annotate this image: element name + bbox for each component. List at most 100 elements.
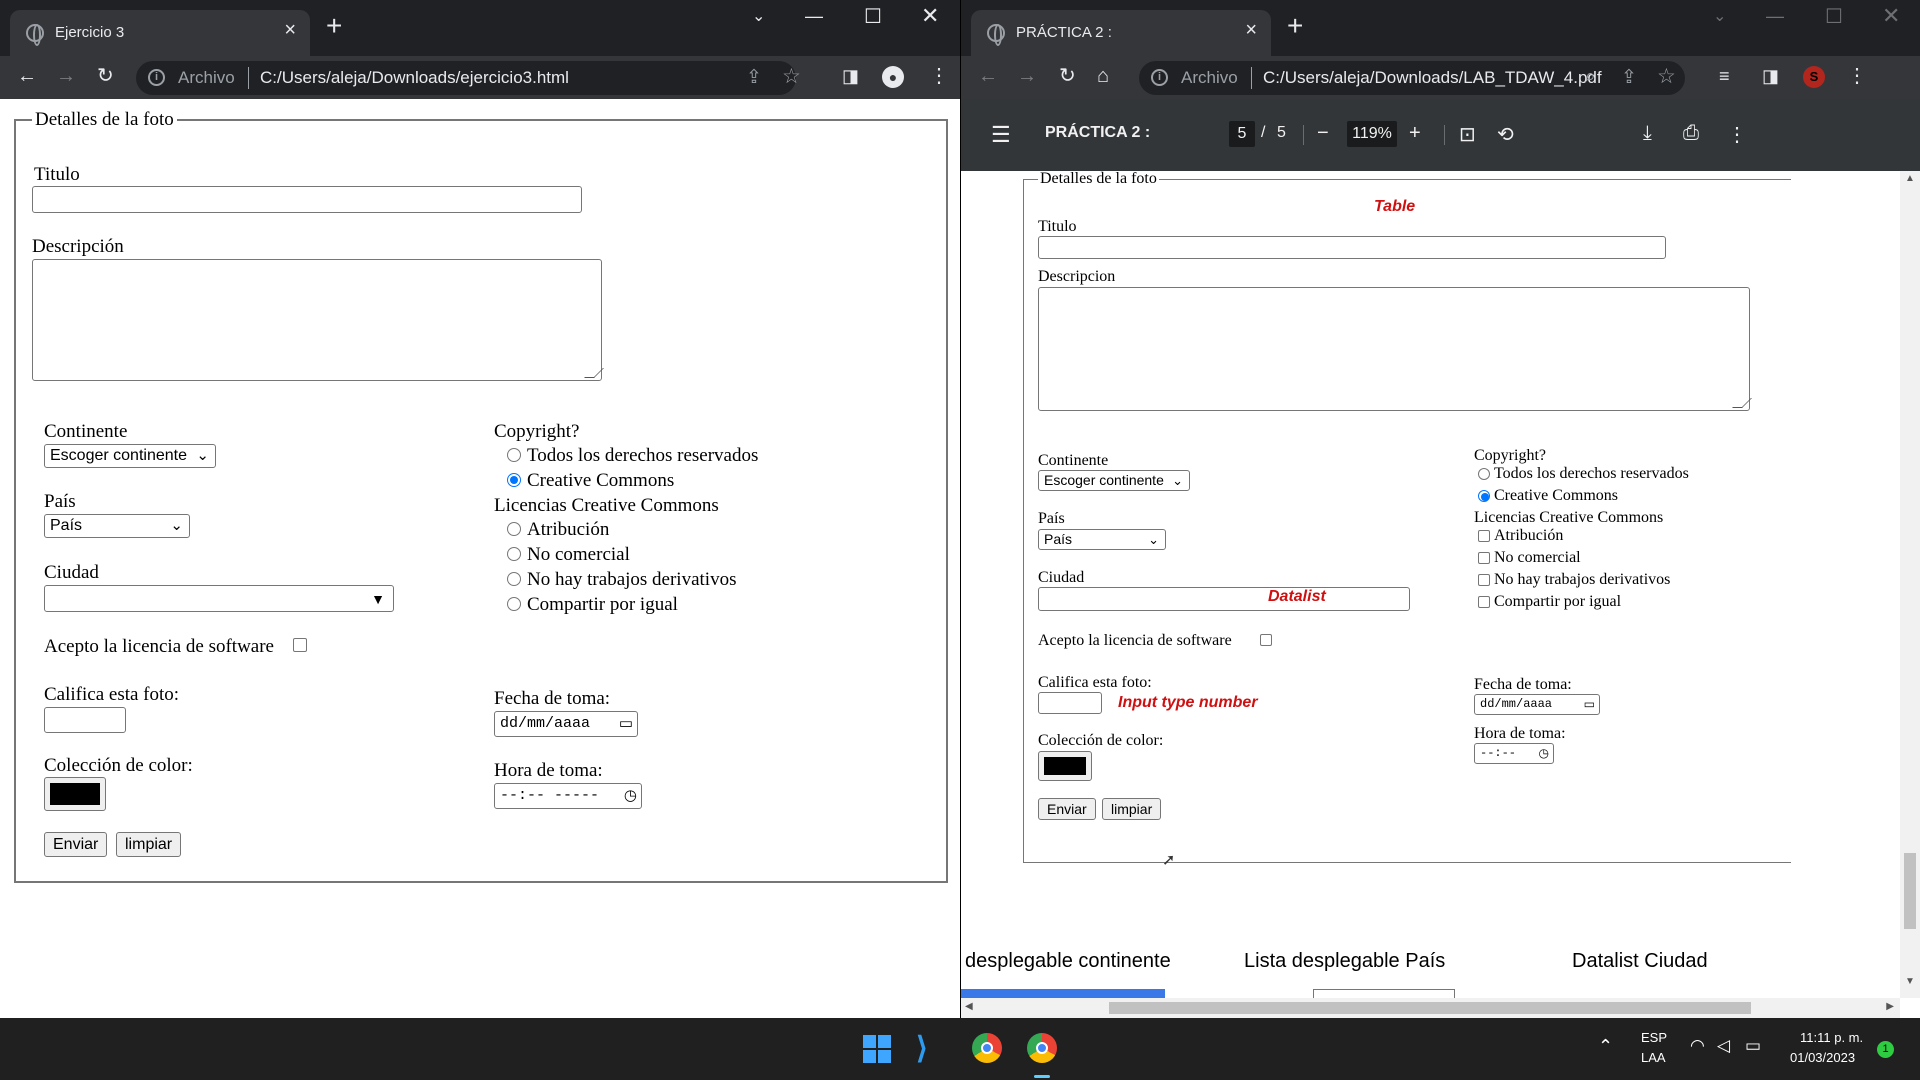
new-tab-button[interactable]: + <box>1287 12 1303 40</box>
more-actions-icon[interactable]: ⋮ <box>1727 122 1747 147</box>
profile-avatar-icon[interactable]: ● <box>882 66 904 88</box>
info-icon[interactable]: i <box>148 69 165 86</box>
tab-practica2[interactable]: PRÁCTICA 2 : × <box>971 10 1271 56</box>
scroll-up-icon[interactable]: ▲ <box>1905 173 1915 184</box>
browser-window-left: Ejercicio 3 × + ⌄ — ☐ ✕ ← → ↻ i Archivo … <box>0 0 960 1018</box>
color-picker <box>1038 751 1092 781</box>
zoom-out-icon[interactable]: − <box>1317 122 1329 145</box>
more-menu-icon[interactable]: ⋮ <box>929 64 949 88</box>
radio-atribucion[interactable] <box>507 522 521 536</box>
bookmark-star-icon[interactable]: ☆ <box>1657 64 1676 89</box>
print-icon[interactable]: ⎙ <box>1683 122 1699 145</box>
vertical-scrollbar[interactable]: ▲ ▼ <box>1900 171 1920 998</box>
radio-noderivados[interactable] <box>507 572 521 586</box>
chrome-icon-active[interactable] <box>1027 1033 1057 1063</box>
scroll-down-icon[interactable]: ▼ <box>1905 976 1915 987</box>
battery-icon[interactable]: ▭ <box>1745 1036 1761 1056</box>
windows-start-icon[interactable] <box>863 1035 891 1063</box>
side-panel-icon[interactable]: ◨ <box>842 64 859 88</box>
fecha-date-input[interactable]: dd/mm/aaaa ▭ <box>494 711 638 737</box>
lang-top[interactable]: ESP <box>1641 1030 1667 1045</box>
zoom-input[interactable]: 119% <box>1347 121 1397 147</box>
home-icon[interactable]: ⌂ <box>1097 64 1109 88</box>
back-arrow-icon[interactable]: ← <box>978 64 998 88</box>
licencias-label: Licencias Creative Commons <box>1474 509 1664 526</box>
titulo-input[interactable] <box>32 186 582 213</box>
address-url[interactable]: C:/Users/aleja/Downloads/ejercicio3.html <box>260 68 569 88</box>
forward-arrow-icon[interactable]: → <box>56 64 76 88</box>
new-tab-button[interactable]: + <box>326 12 342 40</box>
tab-search-icon[interactable]: ⌄ <box>1713 6 1726 26</box>
chrome-icon[interactable] <box>972 1033 1002 1063</box>
continente-label: Continente <box>1038 452 1109 469</box>
more-menu-icon[interactable]: ⋮ <box>1847 64 1867 88</box>
scroll-right-icon[interactable]: ▶ <box>1886 1001 1894 1012</box>
bookmark-star-icon[interactable]: ☆ <box>782 64 801 89</box>
clock-date[interactable]: 01/03/2023 <box>1790 1050 1855 1065</box>
radio-compartir-label: Compartir por igual <box>527 594 678 615</box>
clock-time[interactable]: 11:11 p. m. <box>1800 1030 1863 1045</box>
tab-ejercicio3[interactable]: Ejercicio 3 × <box>10 10 310 56</box>
minimize-button[interactable]: — <box>805 6 823 27</box>
color-swatch <box>50 783 100 805</box>
forward-arrow-icon[interactable]: → <box>1017 64 1037 88</box>
minimize-button[interactable]: — <box>1766 6 1784 27</box>
horizontal-scrollbar[interactable]: ◀ ▶ <box>961 998 1900 1018</box>
maximize-button[interactable]: ☐ <box>1825 4 1843 29</box>
tab-search-icon[interactable]: ⌄ <box>752 6 765 26</box>
close-window-button[interactable]: ✕ <box>1882 3 1900 29</box>
acepto-checkbox[interactable] <box>293 638 307 652</box>
share-icon[interactable]: ⇪ <box>746 66 762 89</box>
reload-icon[interactable]: ↻ <box>1059 64 1076 88</box>
reading-list-icon[interactable]: ≡ <box>1719 64 1730 88</box>
zoom-icon[interactable]: ⌕ <box>1585 66 1596 88</box>
califica-label: Califica esta foto: <box>1038 674 1152 691</box>
radio-creative-commons[interactable] <box>507 473 521 487</box>
califica-number-input[interactable] <box>44 707 126 733</box>
pais-label: País <box>44 491 76 512</box>
rotate-icon[interactable]: ⟲ <box>1497 122 1514 147</box>
address-url[interactable]: C:/Users/aleja/Downloads/LAB_TDAW_4.pdf <box>1263 68 1602 88</box>
check-noderivados-label: No hay trabajos derivativos <box>1494 571 1671 588</box>
close-tab-icon[interactable]: × <box>284 19 296 42</box>
reload-icon[interactable]: ↻ <box>97 64 114 88</box>
side-panel-icon[interactable]: ◨ <box>1762 64 1779 88</box>
lang-bottom[interactable]: LAA <box>1641 1050 1666 1065</box>
enviar-button[interactable]: Enviar <box>44 832 108 857</box>
continente-select[interactable]: Escoger continente ⌄ <box>44 444 216 468</box>
vertical-scroll-thumb[interactable] <box>1904 853 1916 929</box>
page-number-input[interactable]: 5 <box>1229 121 1255 147</box>
notification-badge[interactable]: 1 <box>1877 1041 1894 1058</box>
radio-nocomercial[interactable] <box>507 547 521 561</box>
address-bar[interactable]: i Archivo C:/Users/aleja/Downloads/ejerc… <box>136 61 801 95</box>
radio-compartir[interactable] <box>507 597 521 611</box>
close-window-button[interactable]: ✕ <box>921 3 939 29</box>
calendar-icon[interactable]: ▭ <box>619 712 633 736</box>
scroll-left-icon[interactable]: ◀ <box>965 1001 973 1012</box>
hamburger-menu-icon[interactable]: ☰ <box>991 122 1011 148</box>
horizontal-scroll-thumb[interactable] <box>1109 1002 1751 1014</box>
vscode-icon[interactable]: ⟩ <box>916 1031 928 1066</box>
radio-cc-label: Creative Commons <box>1494 487 1618 504</box>
profile-avatar-icon[interactable]: S <box>1803 66 1825 88</box>
chevron-up-icon[interactable]: ⌃ <box>1598 1036 1613 1057</box>
radio-todos[interactable] <box>507 448 521 462</box>
fit-page-icon[interactable]: ⊡ <box>1459 122 1476 147</box>
pais-select[interactable]: País ⌄ <box>44 514 190 538</box>
clock-icon[interactable]: ◷ <box>624 784 637 808</box>
wifi-icon[interactable]: ◠ <box>1690 1036 1705 1056</box>
address-bar[interactable]: i Archivo C:/Users/aleja/Downloads/LAB_T… <box>1139 61 1685 95</box>
close-tab-icon[interactable]: × <box>1245 19 1257 42</box>
volume-icon[interactable]: ◁ <box>1717 1036 1730 1056</box>
color-picker[interactable] <box>44 777 106 811</box>
share-icon[interactable]: ⇪ <box>1621 66 1637 89</box>
maximize-button[interactable]: ☐ <box>864 4 882 29</box>
download-icon[interactable]: ⤓ <box>1643 122 1652 145</box>
limpiar-button[interactable]: limpiar <box>116 832 182 857</box>
ciudad-datalist-input[interactable]: ▼ <box>44 585 394 612</box>
descripcion-textarea[interactable] <box>32 259 602 381</box>
zoom-in-icon[interactable]: + <box>1409 122 1421 145</box>
back-arrow-icon[interactable]: ← <box>17 64 37 88</box>
hora-time-input[interactable]: --:-- ----- ◷ <box>494 783 642 809</box>
info-icon[interactable]: i <box>1151 69 1168 86</box>
